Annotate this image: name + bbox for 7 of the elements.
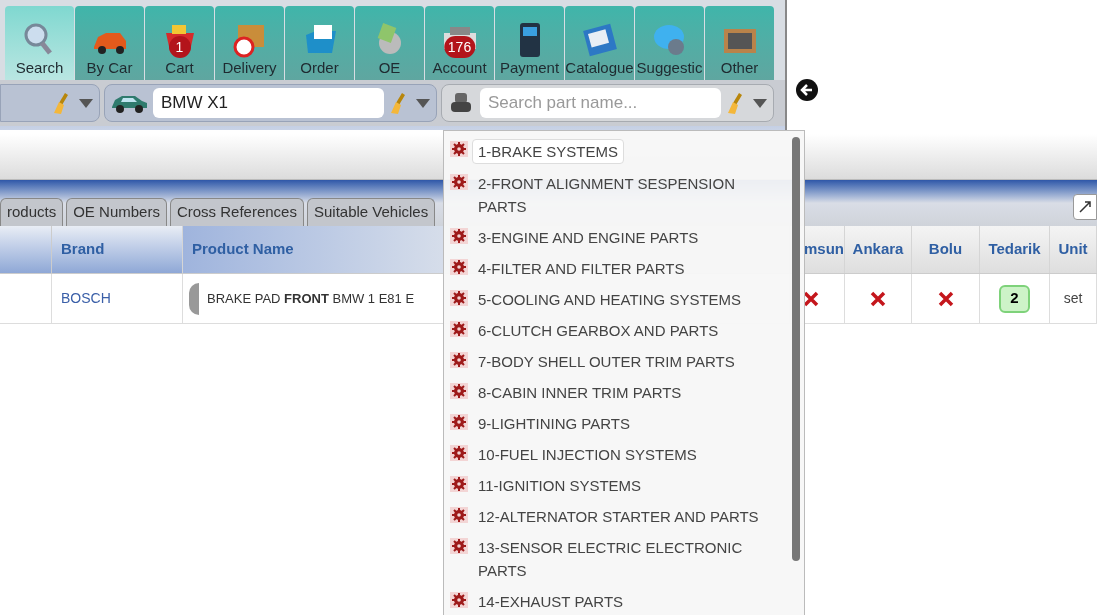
- count-badge: 1: [168, 36, 191, 58]
- table-cell: set: [1050, 274, 1097, 323]
- table-cell: BOSCH: [52, 274, 183, 323]
- supply-count: 2: [999, 284, 1030, 313]
- table-cell-text: BRAKE PAD FRONT BMW 1 E81 E: [207, 289, 415, 308]
- count-badge: 176: [443, 36, 476, 58]
- vehicle-value: BMW X1: [153, 88, 384, 118]
